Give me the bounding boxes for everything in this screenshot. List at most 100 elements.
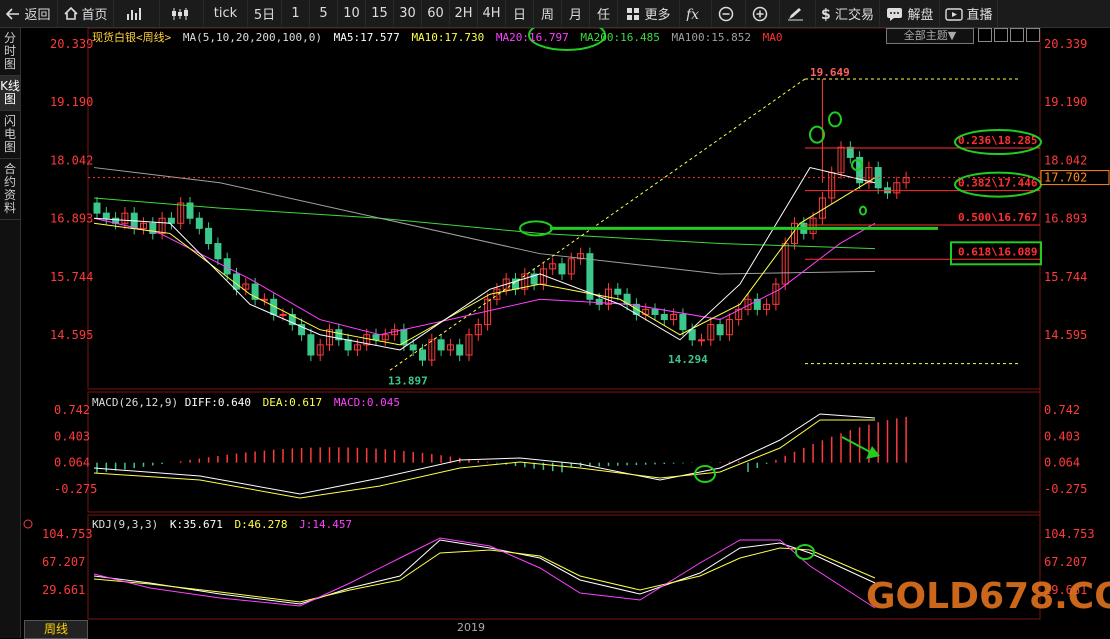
candle-body xyxy=(688,329,696,341)
kdj-d: D:46.278 xyxy=(234,518,288,531)
candle-body xyxy=(437,339,445,351)
kdj-k-line xyxy=(93,539,876,605)
macd-legend: MACD(26,12,9) DIFF:0.640 DEA:0.617 MACD:… xyxy=(92,396,405,409)
window-restore-button[interactable] xyxy=(978,28,992,42)
candle-body xyxy=(595,298,603,305)
toolbar-label: 解盘 xyxy=(907,8,934,23)
toolbar-btn-10[interactable]: 30 xyxy=(394,0,422,27)
side-tab-2[interactable]: 闪电图 xyxy=(0,111,20,159)
macd-tick-right: 0.742 xyxy=(1044,403,1080,417)
macd-tick-left: -0.275 xyxy=(54,482,97,496)
kdj-j-line xyxy=(93,537,876,609)
window-grid-button[interactable] xyxy=(1010,28,1024,42)
toolbar-label: 月 xyxy=(568,8,582,23)
kdj-tick-left: 29.661 xyxy=(42,583,85,597)
kdj-legend: KDJ(9,3,3) K:35.671 D:46.278 J:14.457 xyxy=(92,518,357,531)
toolbar-btn-19[interactable]: fx xyxy=(680,0,712,27)
price-tick-left: 20.339 xyxy=(50,37,93,51)
window-close-button[interactable] xyxy=(1026,28,1040,42)
toolbar-candle-icon[interactable] xyxy=(160,0,204,27)
price-tick-right: 14.595 xyxy=(1044,328,1087,342)
candle-body xyxy=(716,324,724,336)
kdj-tick-left: 104.753 xyxy=(42,527,93,541)
toolbar-btn-8[interactable]: 10 xyxy=(338,0,366,27)
candle-body xyxy=(102,212,110,219)
toolbar-label: 返回 xyxy=(24,8,51,23)
low-annotation: 13.897 xyxy=(388,374,428,387)
toolbar-btn-18[interactable]: 更多 xyxy=(618,0,680,27)
toolbar-btn-0[interactable]: 返回 xyxy=(0,0,58,27)
low-annotation: 14.294 xyxy=(668,353,708,366)
kdj-name: KDJ(9,3,3) xyxy=(92,518,159,531)
price-tick-left: 14.595 xyxy=(50,328,93,342)
toolbar-btn-1[interactable]: 首页 xyxy=(58,0,114,27)
toolbar-label: 任 xyxy=(596,8,610,23)
toolbar-label: 4H xyxy=(482,6,501,21)
price-tick-right: 19.190 xyxy=(1044,95,1087,109)
toolbar-btn-17[interactable]: 任 xyxy=(590,0,618,27)
toolbar-bar-chart-icon[interactable] xyxy=(114,0,160,27)
toolbar-btn-15[interactable]: 周 xyxy=(534,0,562,27)
side-tab-0[interactable]: 分时图 xyxy=(0,28,20,76)
back-arrow-icon xyxy=(6,7,24,20)
ma-param: MA(5,10,20,200,100,0) xyxy=(182,31,322,44)
toolbar-label: 周 xyxy=(540,8,554,23)
candle-body xyxy=(456,344,464,356)
ma100-line xyxy=(93,167,876,275)
toolbar-btn-7[interactable]: 5 xyxy=(310,0,338,27)
window-split-button[interactable] xyxy=(994,28,1008,42)
toolbar-btn-23[interactable]: $ 汇交易 xyxy=(816,0,880,27)
candle-body xyxy=(372,334,380,341)
video-icon xyxy=(944,7,967,21)
kdj-k: K:35.671 xyxy=(169,518,223,531)
theme-select[interactable]: 全部主题▼ xyxy=(886,28,974,44)
svg-text:fx: fx xyxy=(685,7,699,21)
toolbar-btn-9[interactable]: 15 xyxy=(366,0,394,27)
symbol-title: 现货白银<周线> xyxy=(92,31,172,44)
toolbar-label: 日 xyxy=(512,8,526,23)
macd-tick-right: 0.064 xyxy=(1044,456,1080,470)
toolbar-btn-6[interactable]: 1 xyxy=(282,0,310,27)
kdj-settings-icon xyxy=(23,519,33,529)
toolbar-label: 更多 xyxy=(644,8,671,23)
candle-body xyxy=(679,313,687,331)
main-legend: 现货白银<周线> MA(5,10,20,200,100,0) MA5:17.57… xyxy=(92,29,788,45)
toolbar-btn-13[interactable]: 4H xyxy=(478,0,506,27)
price-tick-right: 18.042 xyxy=(1044,153,1087,167)
ma20-label: MA20:16.797 xyxy=(495,31,569,44)
period-label[interactable]: 周线 xyxy=(24,620,88,639)
toolbar-btn-14[interactable]: 日 xyxy=(506,0,534,27)
toolbar-label: 首页 xyxy=(81,8,108,23)
toolbar-btn-12[interactable]: 2H xyxy=(450,0,478,27)
macd-dea: DEA:0.617 xyxy=(262,396,323,409)
bar-chart-icon xyxy=(126,7,148,21)
candle-body xyxy=(698,339,705,342)
fx-icon: fx xyxy=(685,7,707,21)
toolbar-btn-16[interactable]: 月 xyxy=(562,0,590,27)
candle-body xyxy=(205,227,213,245)
trend-line xyxy=(389,78,806,371)
toolbar-btn-25[interactable]: 直播 xyxy=(940,0,998,27)
toolbar-zoom-in-icon[interactable] xyxy=(746,0,780,27)
side-tab-3[interactable]: 合约资料 xyxy=(0,159,20,220)
toolbar-btn-4[interactable]: tick xyxy=(204,0,248,27)
candle-body xyxy=(651,308,659,315)
candle-body xyxy=(344,339,352,351)
side-tab-1[interactable]: K线图 xyxy=(0,76,20,111)
wick-ellipse xyxy=(859,205,867,216)
zoom-in-icon xyxy=(752,6,774,22)
ma5-label: MA5:17.577 xyxy=(333,31,400,44)
toolbar-btn-24[interactable]: 解盘 xyxy=(880,0,940,27)
toolbar-label: 汇交易 xyxy=(835,8,875,23)
toolbar-pen-icon[interactable] xyxy=(780,0,816,27)
ma100-label: MA100:15.852 xyxy=(671,31,751,44)
toolbar-btn-11[interactable]: 60 xyxy=(422,0,450,27)
ma10-label: MA10:17.730 xyxy=(411,31,485,44)
toolbar-zoom-out-icon[interactable] xyxy=(712,0,746,27)
toolbar-label: 10 xyxy=(343,6,360,21)
candle-body xyxy=(214,243,222,260)
ma200-label: MA200:16.485 xyxy=(580,31,660,44)
toolbar-btn-5[interactable]: 5日 xyxy=(248,0,282,27)
toolbar-label: 15 xyxy=(371,6,388,21)
macd-tick-left: 0.403 xyxy=(54,429,90,443)
